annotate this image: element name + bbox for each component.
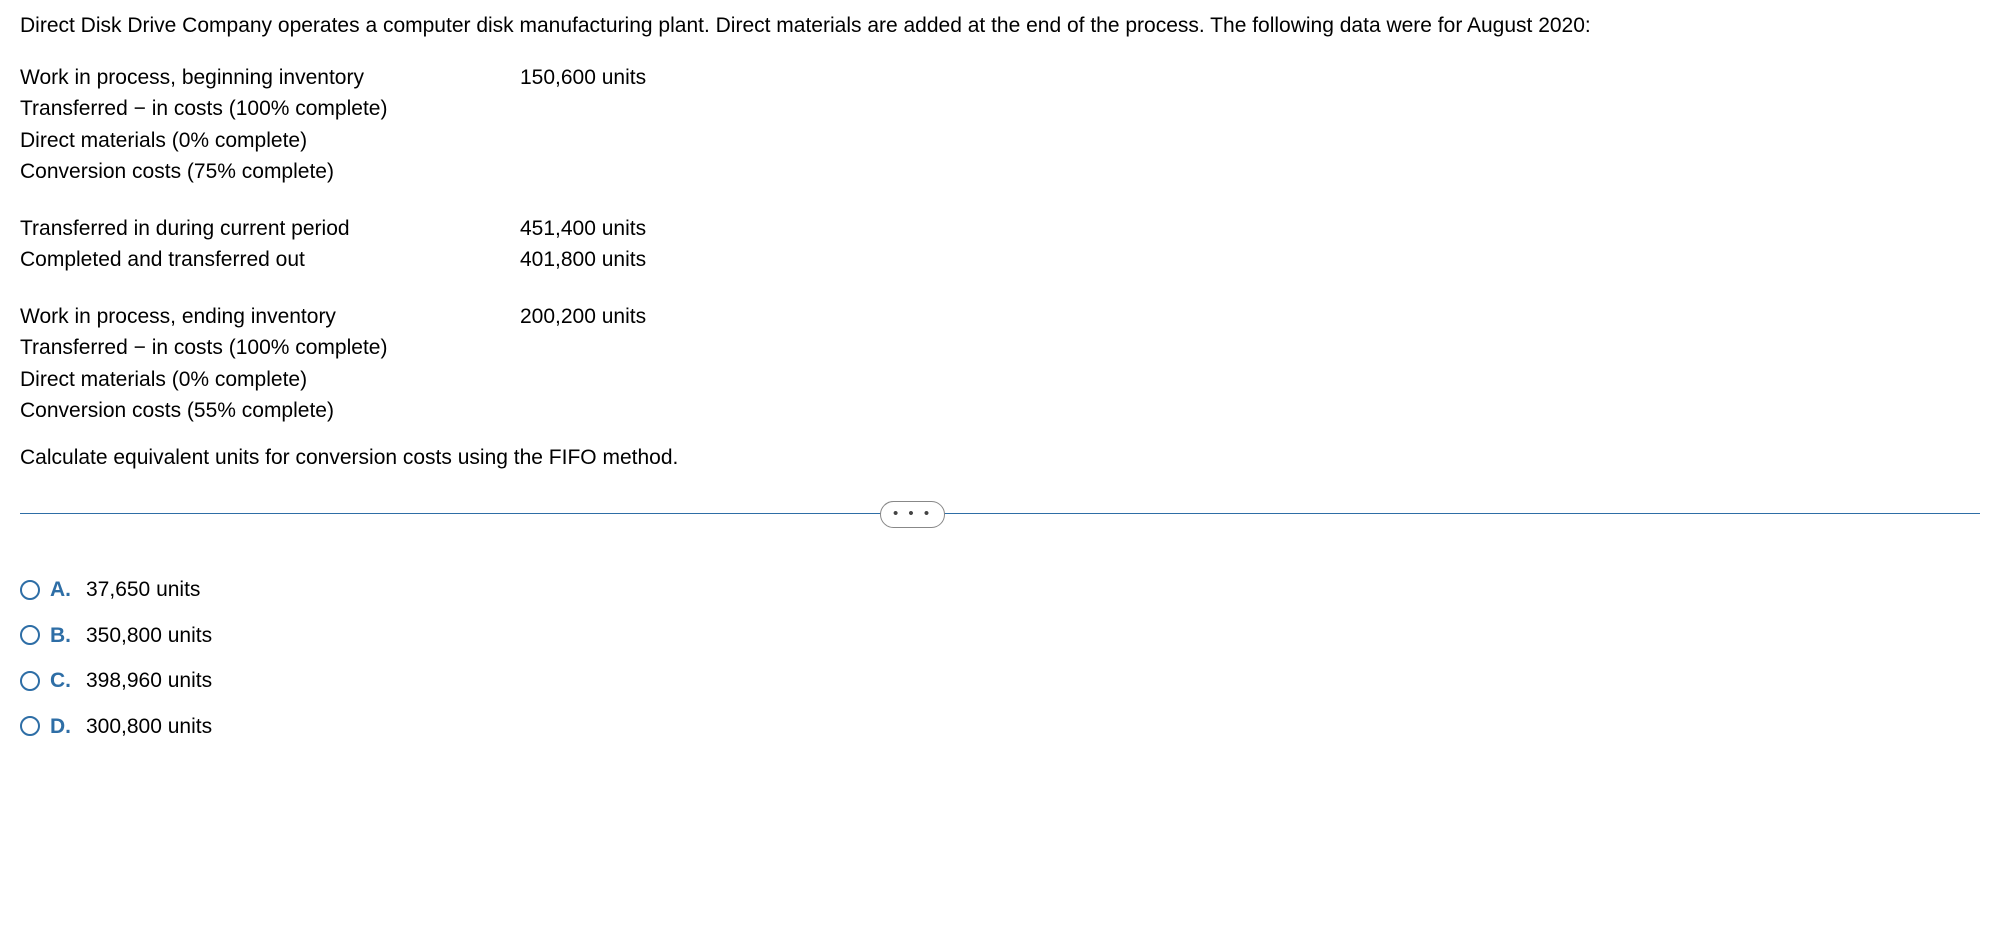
data-row: Transferred − in costs (100% complete) xyxy=(20,93,1980,125)
option-text: 398,960 units xyxy=(86,665,212,697)
option-letter: B. xyxy=(50,620,76,652)
data-value xyxy=(520,93,1980,125)
option-letter: D. xyxy=(50,711,76,743)
intro-text: Direct Disk Drive Company operates a com… xyxy=(20,10,1980,42)
divider: • • • xyxy=(20,513,1980,514)
data-row: Transferred − in costs (100% complete) xyxy=(20,332,1980,364)
option-d[interactable]: D. 300,800 units xyxy=(20,711,1980,743)
data-value: 200,200 units xyxy=(520,301,1980,333)
data-value: 150,600 units xyxy=(520,62,1980,94)
data-label: Conversion costs (55% complete) xyxy=(20,395,520,427)
data-row: Work in process, beginning inventory 150… xyxy=(20,62,1980,94)
data-value: 451,400 units xyxy=(520,213,1980,245)
data-block-1: Work in process, beginning inventory 150… xyxy=(20,62,1980,188)
option-b[interactable]: B. 350,800 units xyxy=(20,620,1980,652)
option-text: 37,650 units xyxy=(86,574,200,606)
data-value xyxy=(520,364,1980,396)
option-letter: C. xyxy=(50,665,76,697)
data-block-3: Work in process, ending inventory 200,20… xyxy=(20,301,1980,427)
data-row: Direct materials (0% complete) xyxy=(20,125,1980,157)
question-text: Calculate equivalent units for conversio… xyxy=(20,442,1980,474)
radio-c[interactable] xyxy=(20,671,40,691)
data-value xyxy=(520,395,1980,427)
data-value xyxy=(520,332,1980,364)
data-label: Completed and transferred out xyxy=(20,244,520,276)
data-row: Conversion costs (75% complete) xyxy=(20,156,1980,188)
radio-d[interactable] xyxy=(20,716,40,736)
data-value xyxy=(520,125,1980,157)
option-letter: A. xyxy=(50,574,76,606)
data-label: Transferred − in costs (100% complete) xyxy=(20,93,520,125)
data-label: Work in process, beginning inventory xyxy=(20,62,520,94)
option-text: 300,800 units xyxy=(86,711,212,743)
option-c[interactable]: C. 398,960 units xyxy=(20,665,1980,697)
data-row: Direct materials (0% complete) xyxy=(20,364,1980,396)
data-value xyxy=(520,156,1980,188)
divider-line xyxy=(20,513,1980,514)
option-a[interactable]: A. 37,650 units xyxy=(20,574,1980,606)
radio-a[interactable] xyxy=(20,580,40,600)
data-block-2: Transferred in during current period 451… xyxy=(20,213,1980,276)
data-row: Completed and transferred out 401,800 un… xyxy=(20,244,1980,276)
data-row: Work in process, ending inventory 200,20… xyxy=(20,301,1980,333)
data-label: Transferred − in costs (100% complete) xyxy=(20,332,520,364)
data-label: Direct materials (0% complete) xyxy=(20,364,520,396)
option-text: 350,800 units xyxy=(86,620,212,652)
data-value: 401,800 units xyxy=(520,244,1980,276)
ellipsis-icon: • • • xyxy=(893,505,932,522)
data-row: Conversion costs (55% complete) xyxy=(20,395,1980,427)
radio-b[interactable] xyxy=(20,625,40,645)
data-row: Transferred in during current period 451… xyxy=(20,213,1980,245)
data-label: Work in process, ending inventory xyxy=(20,301,520,333)
answer-options: A. 37,650 units B. 350,800 units C. 398,… xyxy=(20,574,1980,742)
data-label: Conversion costs (75% complete) xyxy=(20,156,520,188)
data-label: Direct materials (0% complete) xyxy=(20,125,520,157)
more-options-pill[interactable]: • • • xyxy=(880,501,945,528)
data-label: Transferred in during current period xyxy=(20,213,520,245)
